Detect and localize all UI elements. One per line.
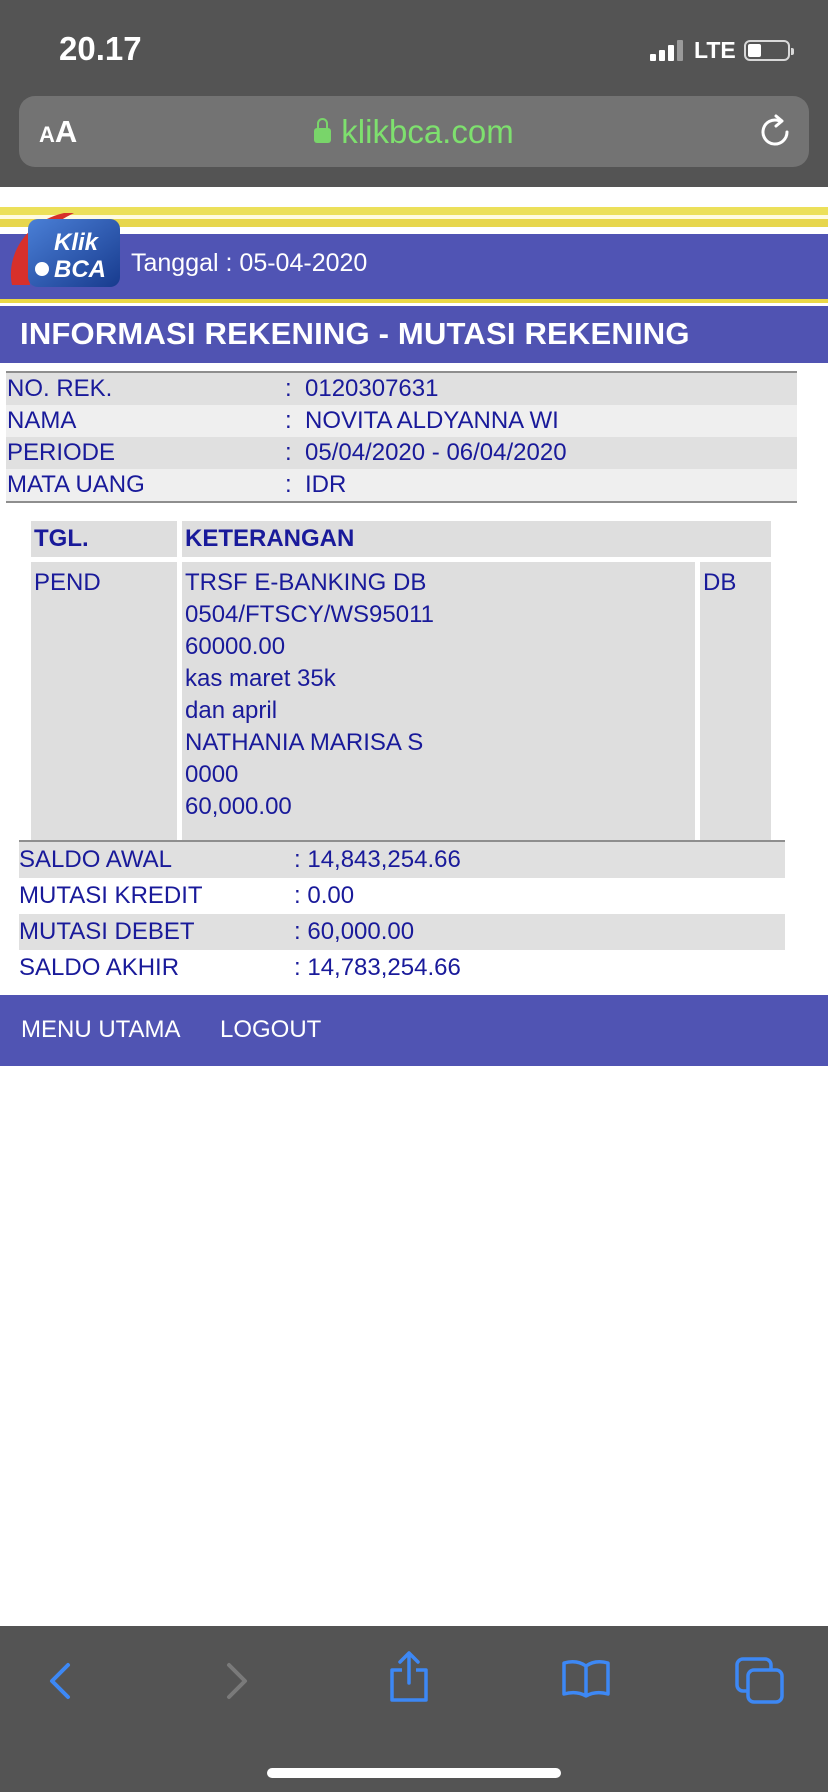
summary-row: SALDO AKHIR : 14,783,254.66 bbox=[19, 954, 461, 981]
closing-balance-value: 14,783,254.66 bbox=[307, 954, 461, 981]
svg-text:Klik: Klik bbox=[54, 229, 100, 256]
summary-row: MUTASI KREDIT : 0.00 bbox=[19, 882, 355, 909]
tabs-icon[interactable] bbox=[734, 1656, 786, 1706]
account-name-value: NOVITA ALDYANNA WI bbox=[305, 407, 559, 434]
page-title-bar: INFORMASI REKENING - MUTASI REKENING bbox=[0, 306, 828, 363]
description-column-header: KETERANGAN bbox=[182, 521, 771, 557]
account-number-value: 0120307631 bbox=[305, 375, 439, 402]
period-value: 05/04/2020 - 06/04/2020 bbox=[305, 439, 567, 466]
home-indicator[interactable] bbox=[267, 1768, 561, 1778]
debit-mutation-label: MUTASI DEBET bbox=[19, 918, 195, 945]
account-number-label: NO. REK. bbox=[7, 375, 113, 402]
battery-icon bbox=[743, 39, 794, 61]
credit-mutation-label: MUTASI KREDIT bbox=[19, 882, 203, 909]
credit-mutation-value: 0.00 bbox=[307, 882, 355, 909]
description-line: NATHANIA MARISA S bbox=[185, 729, 424, 756]
brand-header: Klik BCA Tanggal : 05-04-2020 bbox=[0, 207, 828, 303]
status-time: 20.17 bbox=[59, 30, 142, 67]
share-icon[interactable] bbox=[386, 1650, 432, 1704]
reload-icon[interactable] bbox=[757, 114, 793, 150]
account-info-table: NO. REK. : 0120307631 NAMA : NOVITA ALDY… bbox=[6, 371, 797, 503]
info-row: NAMA : NOVITA ALDYANNA WI bbox=[6, 405, 797, 437]
current-date: Tanggal : 05-04-2020 bbox=[131, 249, 368, 277]
currency-value: IDR bbox=[305, 471, 347, 498]
account-name-label: NAMA bbox=[7, 407, 77, 434]
info-row: NO. REK. : 0120307631 bbox=[6, 373, 797, 405]
summary-row: MUTASI DEBET : 60,000.00 bbox=[19, 914, 785, 950]
klikbca-logo[interactable]: Klik BCA bbox=[4, 207, 122, 299]
closing-balance-label: SALDO AKHIR bbox=[19, 954, 180, 981]
description-line: 0000 bbox=[185, 761, 239, 788]
opening-balance-value: 14,843,254.66 bbox=[307, 846, 461, 873]
bookmarks-icon[interactable] bbox=[561, 1658, 611, 1698]
opening-balance-label: SALDO AWAL bbox=[19, 846, 172, 873]
transaction-description: TRSF E-BANKING DB 0504/FTSCY/WS95011 600… bbox=[182, 562, 695, 862]
balance-summary: SALDO AWAL : 14,843,254.66 MUTASI KREDIT… bbox=[19, 840, 785, 986]
lock-icon bbox=[314, 118, 332, 143]
transaction-type: DB bbox=[700, 562, 771, 862]
debit-mutation-value: 60,000.00 bbox=[307, 918, 415, 945]
url-text[interactable]: klikbca.com bbox=[341, 113, 513, 151]
browser-top-bar: 20.17 LTE AA klikbca.com bbox=[0, 0, 828, 187]
logout-link[interactable]: LOGOUT bbox=[220, 1016, 321, 1044]
info-row: PERIODE : 05/04/2020 - 06/04/2020 bbox=[6, 437, 797, 469]
description-line: kas maret 35k bbox=[185, 665, 336, 692]
transaction-date: PEND bbox=[31, 562, 177, 862]
network-type: LTE bbox=[694, 36, 736, 63]
date-column-header: TGL. bbox=[31, 521, 177, 557]
status-icons: LTE bbox=[650, 35, 794, 65]
signal-icon bbox=[650, 39, 686, 61]
info-row: MATA UANG : IDR bbox=[6, 469, 797, 501]
forward-icon[interactable] bbox=[216, 1656, 256, 1706]
currency-label: MATA UANG bbox=[7, 471, 145, 498]
description-line: 0504/FTSCY/WS95011 bbox=[185, 601, 435, 628]
footer-nav: MENU UTAMA LOGOUT bbox=[0, 995, 828, 1066]
description-line: dan april bbox=[185, 697, 278, 724]
svg-text:BCA: BCA bbox=[54, 256, 106, 283]
summary-row: SALDO AWAL : 14,843,254.66 bbox=[19, 842, 785, 878]
period-label: PERIODE bbox=[7, 439, 116, 466]
browser-bottom-toolbar bbox=[0, 1626, 828, 1792]
page-title: INFORMASI REKENING - MUTASI REKENING bbox=[20, 316, 690, 351]
description-line: TRSF E-BANKING DB bbox=[185, 569, 427, 596]
main-menu-link[interactable]: MENU UTAMA bbox=[21, 1016, 181, 1044]
description-line: 60,000.00 bbox=[185, 793, 292, 820]
description-line: 60000.00 bbox=[185, 633, 286, 660]
address-bar[interactable]: AA klikbca.com bbox=[19, 96, 809, 167]
back-icon[interactable] bbox=[41, 1656, 81, 1706]
